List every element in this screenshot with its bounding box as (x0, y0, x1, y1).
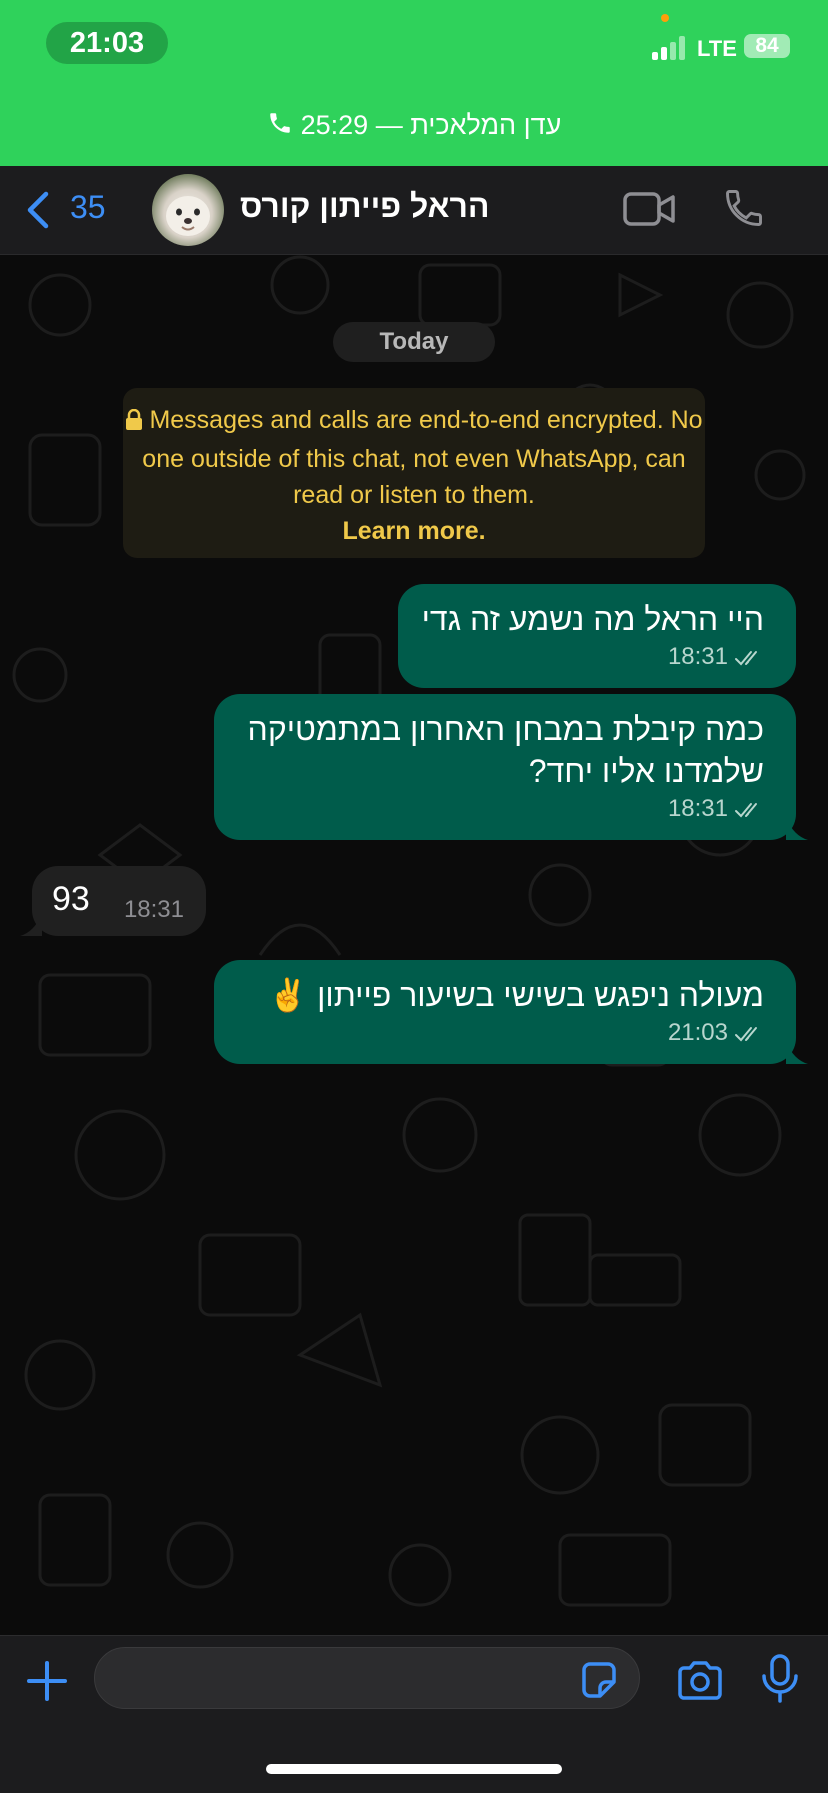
encryption-notice[interactable]: Messages and calls are end-to-end encryp… (123, 388, 705, 558)
battery-level: 84 (744, 34, 790, 58)
bubble-tail (20, 914, 42, 936)
message-bubble-incoming[interactable]: 93 18:31 (32, 866, 206, 936)
avatar[interactable] (152, 174, 224, 246)
message-text: היי הראל מה נשמע זה גדי (421, 601, 764, 637)
message-text: מעולה ניפגש בשישי בשיעור פייתון ✌️ (268, 977, 764, 1013)
message-bubble-outgoing[interactable]: היי הראל מה נשמע זה גדי 18:31 (398, 584, 796, 688)
phone-icon[interactable] (722, 186, 766, 235)
double-check-icon (734, 798, 764, 826)
message-time: 18:31 (667, 795, 728, 822)
message-meta: 18:31 (668, 795, 764, 826)
camera-icon[interactable] (676, 1660, 724, 1707)
lock-icon (125, 405, 143, 441)
bubble-tail (786, 1042, 808, 1064)
back-button-unread-count[interactable]: 35 (70, 189, 106, 226)
message-text: 93 (52, 880, 90, 918)
video-camera-icon[interactable] (622, 190, 676, 233)
chevron-left-icon[interactable] (24, 190, 52, 235)
home-indicator[interactable] (266, 1764, 562, 1774)
encryption-text: Messages and calls are end-to-end encryp… (142, 406, 703, 509)
double-check-icon (734, 1022, 764, 1050)
message-text: כמה קיבלת במבחן האחרון במתמטיקה שלמדנו א… (247, 711, 764, 789)
signal-strength-icon (652, 34, 690, 60)
status-time: 21:03 (46, 22, 168, 64)
date-separator: Today (333, 322, 495, 362)
network-type: LTE (697, 36, 737, 61)
contact-name[interactable]: הראל פייתון קורס (240, 188, 490, 225)
bubble-tail (786, 818, 808, 840)
message-meta: 21:03 (668, 1019, 764, 1050)
sticker-icon[interactable] (578, 1660, 618, 1705)
message-time: 21:03 (667, 1019, 728, 1046)
message-bubble-outgoing[interactable]: מעולה ניפגש בשישי בשיעור פייתון ✌️ 21:03 (214, 960, 796, 1064)
call-banner-text: עדן המלאכית — 25:29 (300, 110, 562, 140)
ongoing-call-banner[interactable]: עדן המלאכית — 25:29 (0, 110, 828, 143)
message-meta: 18:31 (668, 643, 764, 674)
learn-more-link[interactable]: Learn more. (342, 517, 485, 545)
plus-icon[interactable] (26, 1660, 68, 1707)
double-check-icon (734, 646, 764, 674)
microphone-icon[interactable] (760, 1654, 800, 1709)
mic-in-use-indicator (661, 14, 669, 22)
phone-icon (267, 110, 293, 143)
message-time: 18:31 (667, 643, 728, 670)
message-bubble-outgoing[interactable]: כמה קיבלת במבחן האחרון במתמטיקה שלמדנו א… (214, 694, 796, 840)
message-input[interactable] (94, 1647, 640, 1709)
message-time: 18:31 (123, 896, 184, 923)
